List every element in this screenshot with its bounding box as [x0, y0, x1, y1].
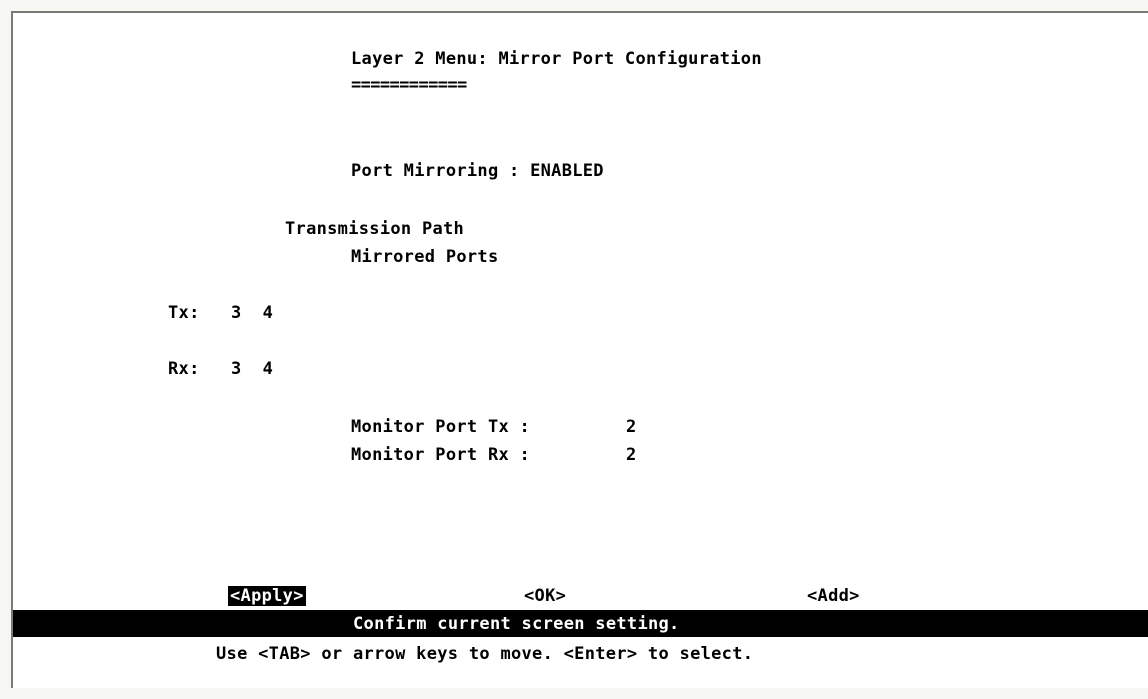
status-bar: Confirm current screen setting.: [13, 610, 1148, 637]
monitor-port-rx-label: Monitor Port Rx :: [351, 445, 531, 465]
terminal-screen: Layer 2 Menu: Mirror Port Configuration …: [11, 11, 1148, 688]
tx-label: Tx:: [168, 303, 200, 323]
apply-button[interactable]: <Apply>: [228, 586, 306, 606]
page-title: Layer 2 Menu: Mirror Port Configuration: [351, 49, 762, 69]
rx-ports-field[interactable]: 3 4: [231, 359, 273, 379]
app-frame: Layer 2 Menu: Mirror Port Configuration …: [0, 0, 1148, 699]
tx-ports-field[interactable]: 3 4: [231, 303, 273, 323]
add-button[interactable]: <Add>: [805, 586, 862, 606]
ok-button[interactable]: <OK>: [522, 586, 568, 606]
mirrored-ports-label: Mirrored Ports: [351, 247, 499, 267]
transmission-path-label: Transmission Path: [285, 219, 465, 239]
status-message: Confirm current screen setting.: [353, 614, 680, 634]
port-mirroring-status[interactable]: Port Mirroring : ENABLED: [351, 161, 604, 181]
rx-label: Rx:: [168, 359, 200, 379]
monitor-port-rx-field[interactable]: 2: [626, 445, 637, 465]
monitor-port-tx-label: Monitor Port Tx :: [351, 417, 531, 437]
monitor-port-tx-field[interactable]: 2: [626, 417, 637, 437]
title-underline: ============: [351, 75, 467, 95]
help-text: Use <TAB> or arrow keys to move. <Enter>…: [216, 644, 754, 664]
